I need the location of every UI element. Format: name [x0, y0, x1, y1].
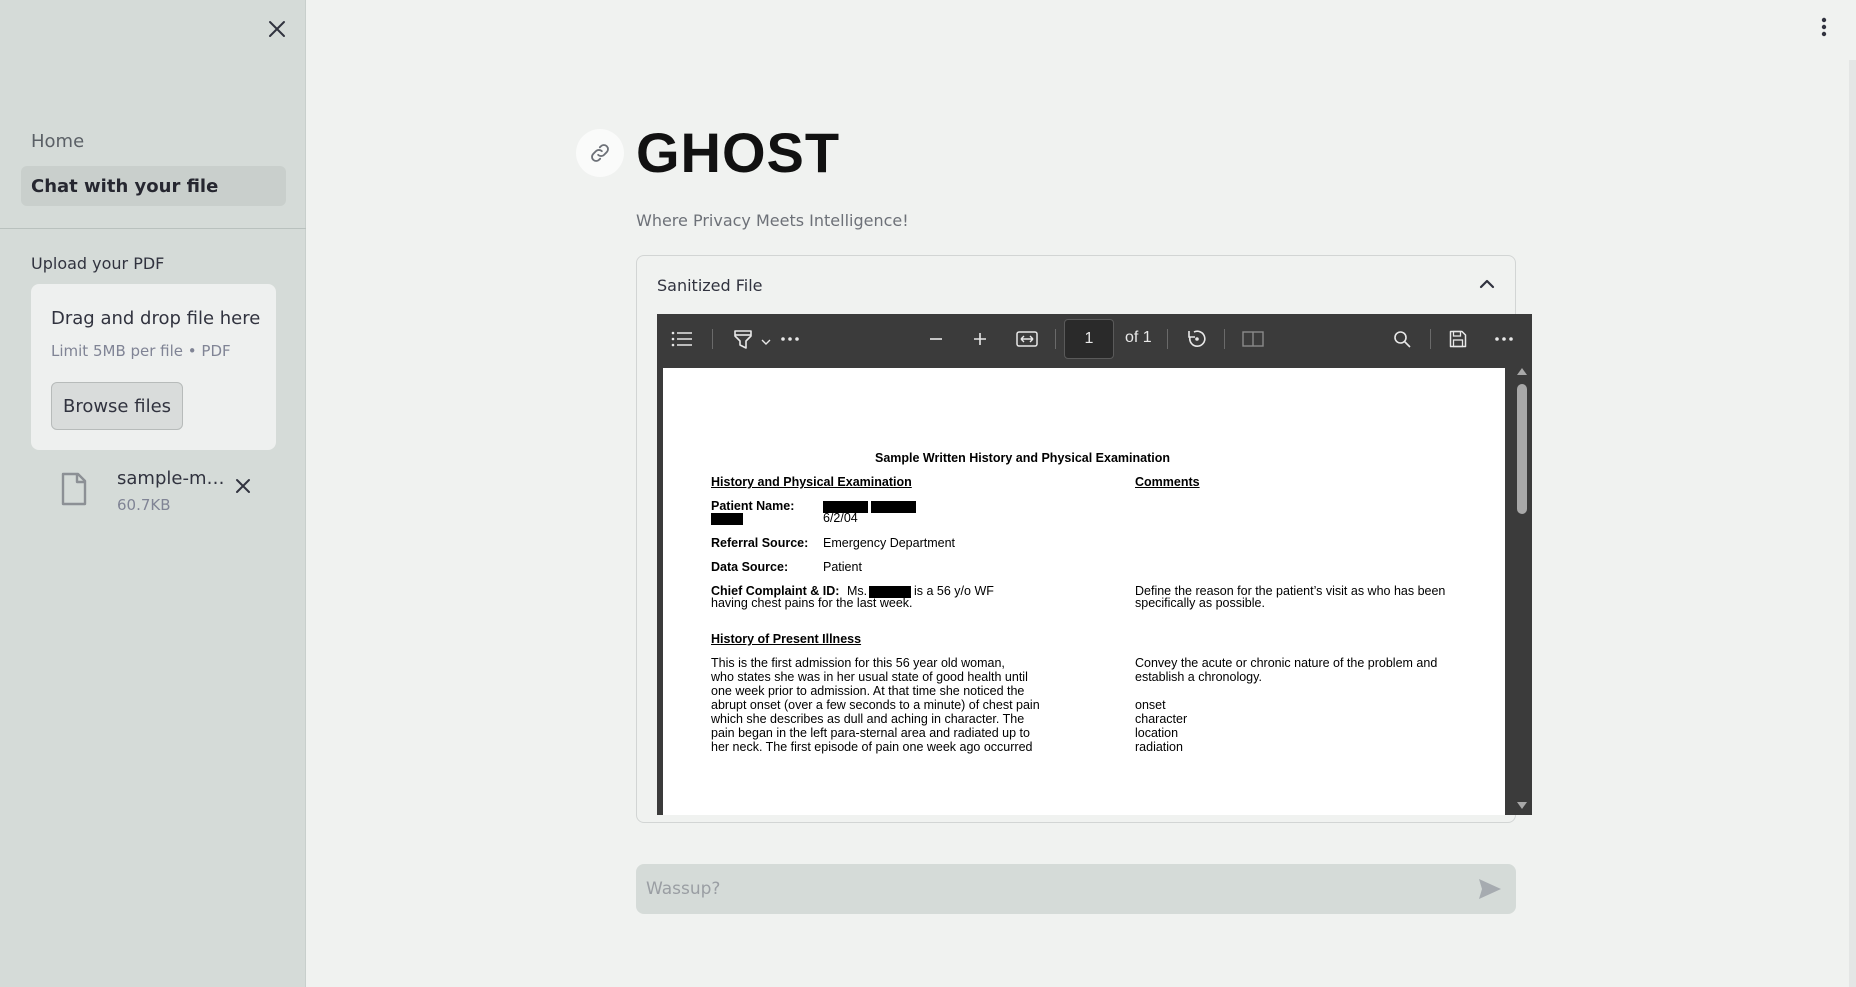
doc-hpi-heading: History of Present Illness: [711, 632, 862, 646]
sidebar: Home Chat with your file Upload your PDF…: [0, 0, 306, 987]
save-button[interactable]: [1443, 324, 1473, 354]
remove-file-button[interactable]: [231, 474, 255, 498]
more-options-button[interactable]: [1489, 324, 1519, 354]
doc-hpi-line: one week prior to admission. At that tim…: [711, 684, 1025, 698]
dropzone-limit: Limit 5MB per file • PDF: [51, 342, 231, 360]
doc-patient-name-label: Patient Name:: [711, 499, 795, 513]
expander-title: Sanitized File: [657, 276, 763, 295]
doc-comment-term: character: [1135, 712, 1188, 726]
doc-chief-line2: having chest pains for the last week.: [711, 596, 913, 610]
page-number-input[interactable]: [1064, 319, 1114, 359]
link-icon: [591, 144, 609, 162]
close-icon: [236, 479, 250, 493]
close-icon: [269, 21, 285, 37]
toolbar-divider: [712, 329, 713, 349]
list-icon: [671, 331, 692, 347]
uploaded-file: sample-medical-history.pdf 60.7KB: [31, 462, 276, 522]
file-name: sample-medical-history.pdf: [117, 468, 233, 489]
save-icon: [1449, 330, 1467, 348]
two-page-view-button[interactable]: [1237, 324, 1269, 354]
doc-data-source-value: Patient: [823, 560, 862, 574]
doc-hpi-line: pain began in the left para-sternal area…: [711, 726, 1030, 740]
doc-comments-heading: Comments: [1135, 475, 1200, 489]
send-icon: [1479, 879, 1501, 899]
pdf-scrollbar[interactable]: [1512, 364, 1532, 815]
pdf-page: Sample Written History and Physical Exam…: [663, 368, 1505, 815]
doc-hpi-line: abrupt onset (over a few seconds to a mi…: [711, 698, 1040, 712]
zoom-out-button[interactable]: [921, 324, 951, 354]
more-horizontal-icon: [1495, 337, 1513, 341]
browse-files-button[interactable]: Browse files: [51, 382, 183, 430]
file-size: 60.7KB: [117, 496, 171, 514]
doc-referral-label: Referral Source:: [711, 536, 809, 550]
rotate-button[interactable]: [1182, 324, 1212, 354]
page-scrollbar[interactable]: [1849, 60, 1856, 987]
dropzone-title: Drag and drop file here: [51, 308, 261, 329]
nav-item-home[interactable]: Home: [21, 121, 286, 161]
chevron-down-icon: [761, 339, 771, 345]
page-title: GHOST: [636, 121, 841, 184]
main-menu-button[interactable]: [1812, 12, 1836, 42]
toolbar-divider: [1430, 329, 1431, 349]
highlight-button[interactable]: [727, 324, 777, 354]
close-sidebar-button[interactable]: [262, 14, 292, 44]
scroll-down-arrow-icon[interactable]: [1516, 801, 1528, 811]
title-anchor-link[interactable]: [576, 129, 624, 177]
zoom-in-button[interactable]: [965, 324, 995, 354]
more-vertical-icon: [1821, 17, 1827, 37]
page-subtitle: Where Privacy Meets Intelligence!: [636, 211, 909, 230]
doc-comment-term: radiation: [1135, 740, 1183, 754]
pdf-viewer: of 1: [657, 314, 1532, 815]
pdf-scroll-thumb[interactable]: [1517, 384, 1527, 514]
upload-label: Upload your PDF: [31, 254, 165, 273]
fit-width-icon: [1016, 331, 1038, 347]
doc-comment-hpi-1: Convey the acute or chronic nature of th…: [1135, 656, 1438, 670]
toolbar-divider: [1167, 329, 1168, 349]
doc-data-source-label: Data Source:: [711, 560, 789, 574]
file-dropzone[interactable]: Drag and drop file here Limit 5MB per fi…: [31, 284, 276, 450]
redaction-bar: [871, 501, 916, 513]
doc-date: 6/2/04: [823, 511, 858, 525]
expander-header[interactable]: Sanitized File: [637, 256, 1515, 312]
doc-comment-term: location: [1135, 726, 1179, 740]
search-icon: [1394, 331, 1411, 348]
send-button[interactable]: [1476, 876, 1504, 902]
rotate-icon: [1188, 330, 1206, 348]
minus-icon: [930, 338, 942, 340]
doc-hpi-line: which she describes as dull and aching i…: [711, 712, 1025, 726]
redaction-bar: [711, 513, 743, 525]
file-icon: [61, 472, 87, 506]
doc-comment-chief-2: specifically as possible.: [1135, 596, 1265, 610]
highlighter-icon: [734, 330, 752, 349]
pdf-toolbar: of 1: [657, 314, 1532, 364]
more-tools-button[interactable]: [775, 324, 805, 354]
chat-input-container: [636, 864, 1516, 914]
doc-heading: Sample Written History and Physical Exam…: [875, 451, 1170, 465]
sidebar-divider: [0, 228, 306, 229]
more-horizontal-icon: [781, 337, 799, 341]
page-count: of 1: [1125, 329, 1152, 346]
table-of-contents-button[interactable]: [667, 324, 697, 354]
pdf-canvas[interactable]: Sample Written History and Physical Exam…: [657, 364, 1532, 815]
search-button[interactable]: [1387, 324, 1417, 354]
doc-comment-term: onset: [1135, 698, 1166, 712]
two-page-icon: [1242, 331, 1264, 347]
doc-chief-rest: is a 56 y/o WF: [914, 584, 994, 598]
chevron-up-icon: [1479, 279, 1495, 289]
doc-referral-value: Emergency Department: [823, 536, 956, 550]
scroll-up-arrow-icon[interactable]: [1516, 366, 1528, 376]
toolbar-divider: [1055, 329, 1056, 349]
plus-icon: [974, 333, 986, 345]
nav-item-chat-with-your-file[interactable]: Chat with your file: [21, 166, 286, 206]
doc-hpi-line: her neck. The first episode of pain one …: [711, 740, 1033, 754]
doc-section-heading: History and Physical Examination: [711, 475, 912, 489]
doc-comment-hpi-2: establish a chronology.: [1135, 670, 1262, 684]
doc-hpi-line: who states she was in her usual state of…: [711, 670, 1028, 684]
chat-input[interactable]: [646, 864, 1466, 914]
toolbar-divider: [1224, 329, 1225, 349]
doc-hpi-line: This is the first admission for this 56 …: [711, 656, 1005, 670]
fit-width-button[interactable]: [1012, 324, 1042, 354]
